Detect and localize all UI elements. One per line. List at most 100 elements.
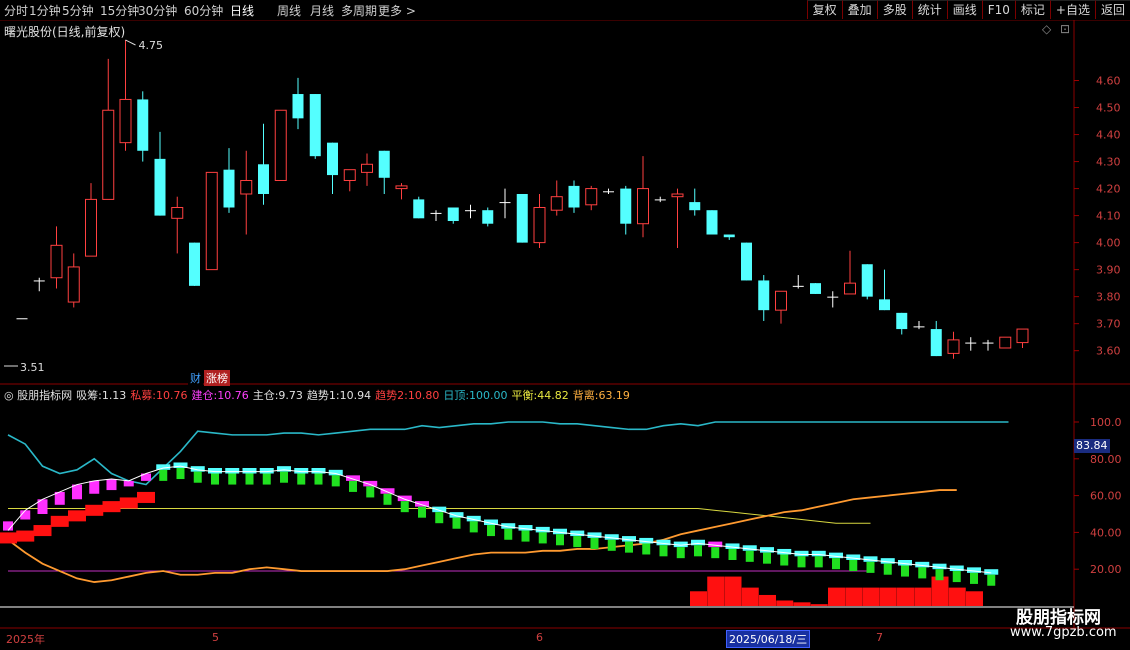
- kline-chart[interactable]: 4.60 4.50 4.40 4.30 4.20 4.10 4.00 3.90 3.80 3.70…: [0, 0, 1130, 650]
- red-area-bar: [897, 587, 914, 606]
- red-area-bar: [948, 587, 966, 606]
- candle-body: [16, 318, 28, 320]
- ribbon-bar: [225, 468, 240, 474]
- finance-badge[interactable]: 财: [188, 370, 203, 386]
- candle-body: [810, 283, 821, 294]
- ribbon-base-bar: [0, 532, 17, 544]
- ribbon-base-bar: [137, 491, 155, 503]
- ribbon-green-bar: [866, 561, 875, 573]
- ribbon-base-bar: [68, 510, 86, 522]
- ribbon-bar: [106, 479, 117, 491]
- low-marker-label: 3.51: [20, 361, 45, 374]
- ribbon-green-bar: [918, 567, 927, 579]
- candle-body: [550, 196, 563, 211]
- candle-body: [620, 188, 632, 224]
- candle-body: [413, 199, 425, 219]
- ribbon-green-bar: [573, 536, 582, 548]
- candle-body: [309, 94, 321, 157]
- ribbon-green-bar: [883, 563, 892, 575]
- candle-body: [189, 242, 200, 286]
- price-tick-label: 3.90: [1096, 264, 1121, 277]
- ribbon-bar: [242, 468, 257, 474]
- ribbon-bar: [123, 480, 134, 487]
- candle-body: [947, 339, 960, 354]
- candle-body: [292, 94, 304, 119]
- red-area-bar: [793, 602, 811, 606]
- candle-body: [343, 169, 356, 181]
- candle-body: [327, 142, 338, 176]
- ribbon-green-bar: [435, 512, 444, 524]
- ribbon-green-bar: [400, 501, 409, 513]
- red-area-bar: [914, 587, 932, 606]
- cursor-date: 2025/06/18/三: [726, 630, 811, 648]
- indicator-item-1: 私募:10.76: [130, 389, 188, 402]
- candle-body: [119, 98, 132, 144]
- ind-tick-label: 40.00: [1090, 526, 1122, 539]
- ribbon-green-bar: [832, 558, 840, 570]
- ind-tick-label: 80.00: [1090, 453, 1122, 466]
- ribbon-line: [7, 465, 992, 574]
- ribbon-green-bar: [418, 506, 426, 518]
- ribbon-green-bar: [797, 556, 806, 568]
- cyan-line: [7, 421, 1009, 486]
- ribbon-green-bar: [469, 521, 478, 533]
- candle-body: [361, 163, 373, 173]
- candle-body: [430, 212, 442, 214]
- candle-body: [603, 191, 614, 193]
- ribbon-green-bar: [625, 541, 633, 553]
- ribbon-base-bar: [33, 525, 52, 537]
- candle-body: [758, 280, 770, 311]
- candle-body: [67, 266, 80, 303]
- indicator-current-value: 83.84: [1074, 439, 1110, 453]
- candle-body: [775, 290, 787, 311]
- indicator-item-5: 趋势2:10.80: [375, 389, 440, 402]
- candle-body: [465, 210, 476, 212]
- indicator-item-2: 建仓:10.76: [191, 389, 249, 402]
- ribbon-green-bar: [590, 537, 599, 549]
- price-tick-label: 4.40: [1096, 129, 1121, 142]
- ribbon-green-bar: [487, 525, 495, 537]
- ribbon-bar: [432, 506, 447, 513]
- candle-body: [965, 342, 977, 344]
- red-area-bar: [741, 587, 759, 606]
- date-axis: 2025/06/18/三 2025年 5 6 7: [0, 628, 1130, 650]
- ribbon-green-bar: [607, 539, 616, 551]
- red-area-bar: [724, 576, 742, 606]
- candle-body: [861, 264, 873, 297]
- price-tick-label: 4.00: [1096, 237, 1121, 250]
- ribbon-green-bar: [211, 473, 219, 485]
- candle-body: [395, 185, 408, 190]
- ribbon-bar: [363, 480, 378, 487]
- orange-line: [7, 489, 957, 583]
- candle-body: [482, 210, 494, 224]
- price-tick-label: 4.10: [1096, 210, 1121, 223]
- ribbon-green-bar: [521, 530, 530, 542]
- red-area-bar: [707, 576, 725, 606]
- ribbon-base-bar: [102, 501, 121, 513]
- limit-up-badge[interactable]: 涨榜: [204, 370, 230, 386]
- ribbon-base-bar: [85, 504, 104, 516]
- ribbon-green-bar: [694, 545, 702, 557]
- indicator-name[interactable]: ◎ 股朋指标网: [4, 389, 72, 402]
- ribbon-green-bar: [728, 548, 737, 560]
- candle-body: [896, 312, 908, 330]
- candle-body: [671, 193, 684, 198]
- red-area-bar: [776, 600, 794, 606]
- ribbon-green-bar: [935, 569, 944, 581]
- ribbon-green-bar: [383, 493, 392, 505]
- ribbon-green-bar: [538, 532, 547, 544]
- candle-body: [879, 299, 890, 311]
- x-axis-label-1: 5: [212, 631, 219, 644]
- red-area-bar: [810, 604, 828, 606]
- ribbon-green-bar: [245, 473, 254, 485]
- x-axis-label-2: 6: [536, 631, 543, 644]
- candle-body: [637, 188, 649, 225]
- ribbon-green-bar: [676, 547, 685, 559]
- high-marker-arrow: [125, 39, 136, 46]
- candle-body: [171, 207, 184, 219]
- ribbon-bar: [72, 484, 82, 500]
- ribbon-base-bar: [50, 515, 69, 527]
- x-axis-label-3: 7: [876, 631, 883, 644]
- candle-body: [274, 109, 287, 181]
- ind-tick-label: 20.00: [1090, 563, 1122, 576]
